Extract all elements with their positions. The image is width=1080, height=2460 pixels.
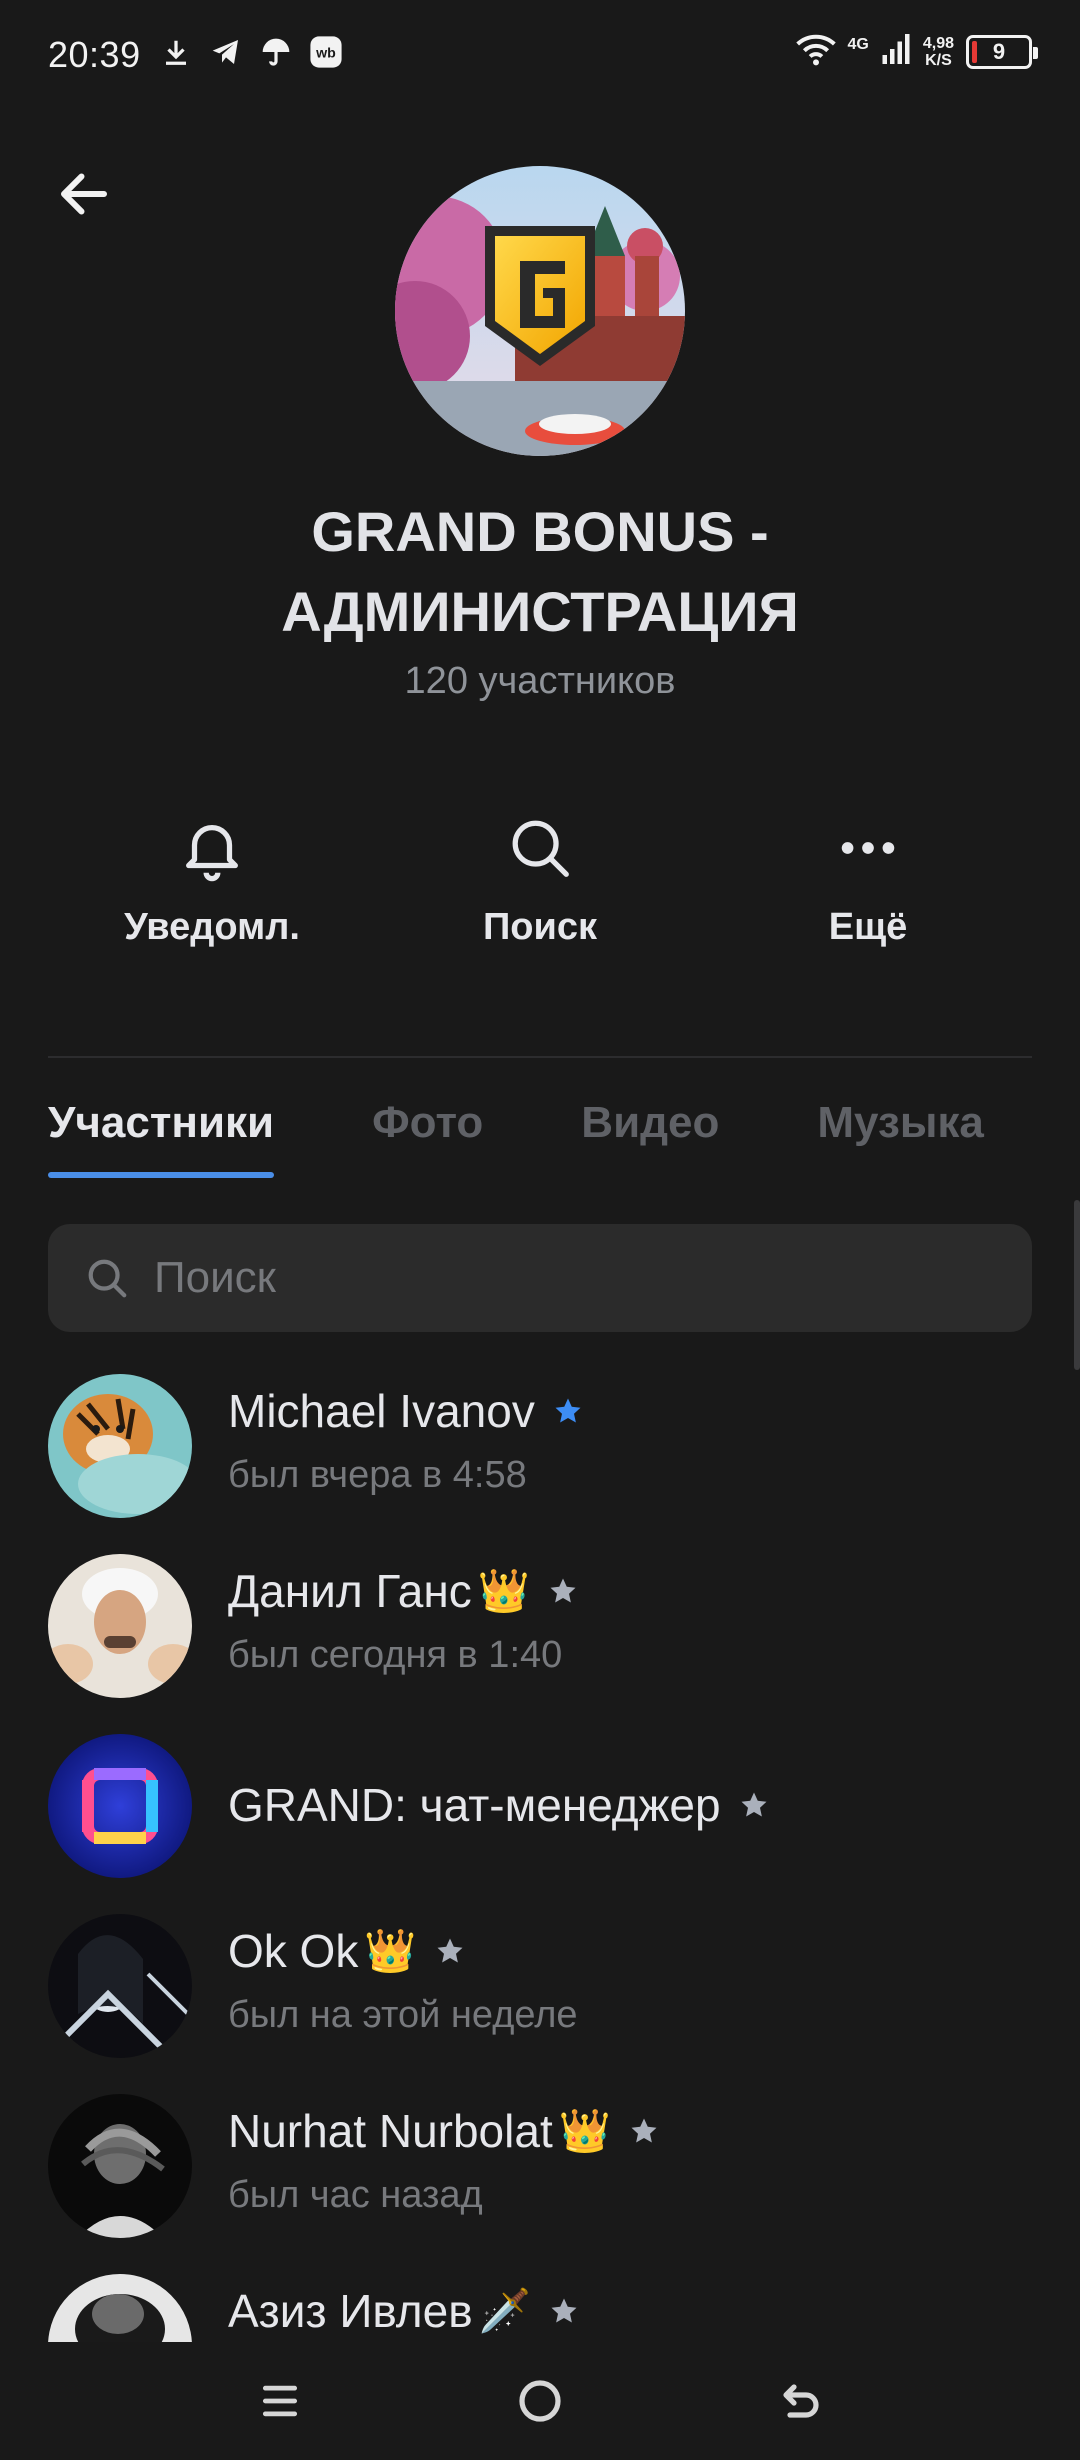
net-speed-value: 4,98 (922, 34, 954, 52)
member-search[interactable] (48, 1224, 1032, 1332)
screen: 20:39 wb 4G 4,98 K/S 9 GRAND BONUS - АДМ… (0, 0, 1080, 2460)
battery-icon: 9 (966, 34, 1038, 69)
avatar[interactable] (48, 1914, 192, 2058)
bell-icon (174, 810, 250, 886)
list-item[interactable]: Michael Ivanov был вчера в 4:58 (0, 1366, 1080, 1546)
tab-members[interactable]: Участники (48, 1098, 275, 1178)
net-speed: 4,98 K/S (923, 35, 954, 69)
crown-emoji: 👑 (477, 1567, 531, 1614)
net-speed-unit: K/S (925, 51, 952, 69)
sword-emoji: 🗡️ (478, 2287, 531, 2334)
search-input[interactable] (154, 1253, 954, 1303)
member-name-row: GRAND: чат-менеджер (228, 1772, 771, 1838)
crown-emoji: 👑 (364, 1927, 417, 1974)
tabs: Участники Фото Видео Музыка (48, 1098, 1080, 1178)
star-icon (553, 1395, 585, 1427)
status-bar: 20:39 wb 4G 4,98 K/S 9 (0, 0, 1080, 110)
notifications-label: Уведомл. (124, 906, 300, 948)
member-name-row: Данил Ганс 👑 (228, 1558, 580, 1624)
list-item[interactable]: Азиз Ивлев 🗡️ (0, 2266, 1080, 2342)
tab-music[interactable]: Музыка (817, 1098, 983, 1178)
search-icon (88, 1259, 127, 1298)
more-label: Ещё (828, 906, 908, 948)
svg-text:wb: wb (315, 46, 336, 62)
member-name-row: Michael Ivanov (228, 1378, 585, 1444)
group-avatar[interactable] (395, 166, 685, 456)
member-status: был на этой неделе (228, 1994, 578, 2036)
list-item[interactable]: GRAND: чат-менеджер (0, 1726, 1080, 1906)
home-circle-icon (519, 2380, 561, 2422)
star-icon (739, 1789, 771, 1821)
avatar[interactable] (48, 1374, 192, 1518)
more-icon (830, 810, 906, 886)
member-name: Ok Ok (228, 1925, 359, 1977)
member-name: Nurhat Nurbolat (228, 2105, 553, 2157)
member-name: Данил Ганс (228, 1565, 472, 1617)
member-name-row: Азиз Ивлев 🗡️ (228, 2278, 581, 2342)
star-icon (548, 1575, 580, 1607)
list-item[interactable]: Ok Ok 👑 был на этой неделе (0, 1906, 1080, 2086)
system-nav-bar (0, 2342, 1080, 2460)
list-item[interactable]: Nurhat Nurbolat 👑 был час назад (0, 2086, 1080, 2266)
avatar[interactable] (48, 2274, 192, 2342)
menu-nav-button[interactable] (240, 2361, 320, 2441)
members-count[interactable]: 120 участников (140, 660, 940, 703)
member-status: был вчера в 4:58 (228, 1454, 527, 1496)
member-status: был сегодня в 1:40 (228, 1634, 563, 1676)
search-icon (502, 810, 578, 886)
scrollbar[interactable] (1074, 1200, 1080, 1370)
back-button[interactable] (48, 158, 120, 230)
more-button[interactable]: Ещё (704, 810, 1032, 970)
search-label: Поиск (482, 906, 598, 948)
arrow-left-icon (61, 173, 107, 215)
tab-video[interactable]: Видео (581, 1098, 719, 1178)
action-bar: Уведомл. Поиск Ещё (48, 810, 1032, 970)
avatar[interactable] (48, 1554, 192, 1698)
umbrella-icon (258, 34, 294, 70)
divider (48, 1056, 1032, 1058)
wifi-icon (795, 32, 836, 71)
network-type: 4G (847, 35, 869, 53)
member-name: Азиз Ивлев (228, 2285, 473, 2337)
members-list: Michael Ivanov был вчера в 4:58 Данил Га… (0, 1366, 1080, 2342)
member-status: был час назад (228, 2174, 483, 2216)
status-time: 20:39 (48, 34, 141, 75)
notifications-button[interactable]: Уведомл. (48, 810, 376, 970)
tab-photo[interactable]: Фото (372, 1098, 483, 1178)
list-item[interactable]: Данил Ганс 👑 был сегодня в 1:40 (0, 1546, 1080, 1726)
back-nav-button[interactable] (760, 2361, 840, 2441)
battery-fill (972, 40, 977, 63)
wb-icon: wb (308, 34, 344, 70)
search-button[interactable]: Поиск (376, 810, 704, 970)
member-name-row: Ok Ok 👑 (228, 1918, 467, 1984)
back-nav-icon (783, 2384, 819, 2418)
status-icons-left: wb (158, 34, 344, 70)
download-icon (158, 34, 194, 70)
signal-icon (881, 33, 911, 70)
avatar[interactable] (48, 2094, 192, 2238)
menu-icon (262, 2385, 298, 2417)
status-icons-right: 4G 4,98 K/S 9 (795, 32, 1038, 71)
group-title: GRAND BONUS - АДМИНИСТРАЦИЯ (281, 500, 799, 643)
crown-emoji: 👑 (558, 2107, 612, 2154)
telegram-icon (208, 34, 244, 70)
member-name: Michael Ivanov (228, 1385, 535, 1437)
star-icon (629, 2115, 661, 2147)
home-nav-button[interactable] (500, 2361, 580, 2441)
battery-level: 9 (992, 38, 1006, 64)
avatar[interactable] (48, 1734, 192, 1878)
star-icon (549, 2295, 581, 2327)
member-name-row: Nurhat Nurbolat 👑 (228, 2098, 661, 2164)
member-name: GRAND: чат-менеджер (228, 1779, 721, 1831)
star-icon (435, 1935, 467, 1967)
